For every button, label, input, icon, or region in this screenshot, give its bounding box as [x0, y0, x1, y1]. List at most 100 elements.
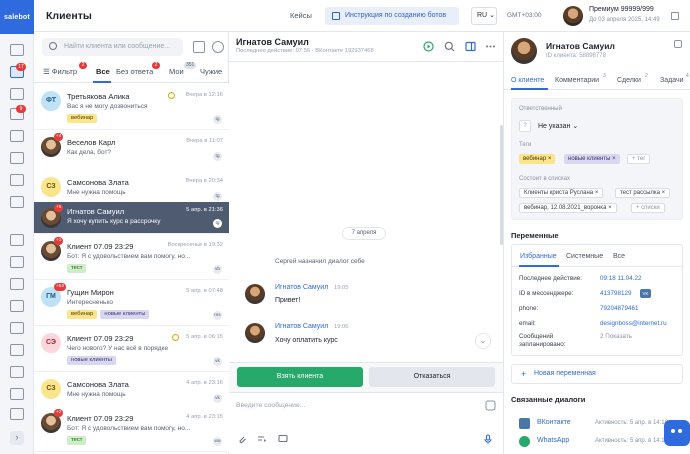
active-tab-indicator	[511, 88, 548, 90]
users-icon[interactable]	[10, 322, 24, 334]
tab-others[interactable]: Чужие	[200, 67, 222, 76]
var-value[interactable]: 2 Показать	[600, 333, 632, 340]
filter-tab[interactable]: ☰ Фильтр	[43, 67, 77, 76]
tab-mine[interactable]: Мои	[169, 67, 184, 76]
message-author[interactable]: Игнатов Самуил	[275, 284, 328, 291]
external-link-icon[interactable]	[671, 12, 679, 20]
lists-icon[interactable]	[10, 130, 24, 142]
tab-system[interactable]: Системные	[566, 253, 603, 260]
documents-icon[interactable]	[10, 300, 24, 312]
tab-all[interactable]: Все	[96, 67, 110, 76]
linked-dialog-vk[interactable]: ВКонтакте	[537, 419, 571, 426]
list-chip[interactable]: тест рассылка ×	[615, 188, 671, 198]
scroll-down-button[interactable]: ⌄	[475, 333, 491, 349]
play-icon[interactable]	[423, 41, 434, 52]
panel-toggle-icon[interactable]	[465, 41, 476, 52]
user-avatar[interactable]	[563, 6, 583, 26]
calendar-icon[interactable]	[10, 344, 24, 356]
tab-favorites[interactable]: Избранные	[520, 253, 557, 260]
linked-dialogs-title: Связанные диалоги	[511, 395, 586, 404]
instruction-button[interactable]: Инструкция по созданию ботов	[325, 7, 459, 25]
client-last-message: Бот: Я с удовольствием вам помогу, но...	[67, 425, 191, 432]
take-client-button[interactable]: Взять клиента	[237, 367, 363, 387]
message-author[interactable]: Игнатов Самуил	[275, 323, 328, 330]
message-input[interactable]: Введите сообщение...	[236, 402, 305, 409]
add-list-button[interactable]: + списки	[631, 203, 665, 213]
cases-link[interactable]: Кейсы	[290, 11, 312, 20]
plan-title[interactable]: Премиум 99999/999	[589, 6, 654, 13]
attach-icon[interactable]	[237, 434, 247, 444]
more-icon[interactable]	[212, 41, 224, 53]
var-key: Последнее действие:	[519, 275, 582, 282]
emoji-icon[interactable]	[485, 400, 496, 411]
page-title: Клиенты	[46, 10, 92, 22]
language-select[interactable]: RU ⌄	[471, 7, 497, 25]
responsible-select[interactable]: Не указан ⌄	[538, 122, 578, 130]
salebot-logo[interactable]: salebot	[0, 0, 34, 34]
more-icon[interactable]	[485, 41, 496, 52]
cloud-icon[interactable]	[10, 366, 24, 378]
var-value[interactable]: designboss@internet.ru	[600, 320, 667, 327]
link-icon[interactable]	[674, 40, 682, 48]
tab-tasks[interactable]: Задачи	[660, 77, 684, 84]
client-item-selected[interactable]: +5 Игнатов Самуил Я хочу купить курс в р…	[34, 202, 229, 234]
expand-rail-button[interactable]: ›	[10, 431, 24, 445]
funnels-icon[interactable]	[10, 88, 24, 100]
tag-chip[interactable]: новые клиенты ×	[564, 154, 620, 164]
client-search-input[interactable]: Найти клиента или сообщение...	[42, 38, 183, 56]
code-icon[interactable]	[10, 388, 24, 400]
vk-icon: vk	[213, 394, 222, 403]
client-tags: тест	[67, 436, 87, 445]
profile-avatar	[511, 38, 537, 64]
plus-icon: +	[521, 369, 527, 379]
client-item[interactable]: ГМ +52 Гущин Мирон Интересненько 5 апр. …	[34, 280, 229, 326]
tag-chip[interactable]: вебинар ×	[519, 154, 556, 164]
client-item[interactable]: +1 Клиент 07.09 23:29 Бот: Я с удовольст…	[34, 234, 229, 280]
refuse-button[interactable]: Отказаться	[369, 367, 495, 387]
message-avatar	[245, 284, 265, 304]
unread-badge: +1	[54, 237, 64, 245]
var-value[interactable]: 413798129	[600, 290, 632, 297]
client-time: 5 апр. в 21:36	[186, 207, 223, 213]
var-value[interactable]: 79204879461	[600, 305, 639, 312]
list-chip[interactable]: Клиенты криста Руслана ×	[519, 188, 604, 198]
tab-about-client[interactable]: О клиенте	[511, 77, 544, 84]
search-icon[interactable]	[444, 41, 455, 52]
list-chip[interactable]: вебинар, 12.08.2021_воронка ×	[519, 203, 617, 213]
client-name: Гущин Мирон	[67, 288, 114, 297]
tab-comments[interactable]: Комментарии	[555, 77, 599, 84]
mailing-icon[interactable]	[10, 152, 24, 164]
client-item[interactable]: СЭ Клиент 07.09 23:29 Чего нового? У нас…	[34, 326, 229, 372]
add-tag-button[interactable]: + тег	[627, 154, 651, 164]
linked-dialog-whatsapp[interactable]: WhatsApp	[537, 437, 569, 444]
template-icon[interactable]	[278, 434, 288, 444]
client-time: 4 апр. в 23:15	[186, 414, 223, 420]
client-name: Игнатов Самуил	[67, 207, 125, 216]
bots-icon[interactable]	[10, 44, 24, 56]
client-name: Самсонова Злата	[67, 380, 129, 389]
microphone-icon[interactable]	[483, 434, 493, 444]
tab-no-answer[interactable]: Без ответа	[116, 67, 153, 76]
message-avatar	[245, 323, 265, 343]
client-item[interactable]: ФТ Третьякова Алика Вас я не могу дозвон…	[34, 84, 229, 130]
quick-reply-icon[interactable]	[257, 434, 267, 444]
shop-icon[interactable]	[10, 196, 24, 208]
telegram-icon: tg	[213, 115, 222, 124]
new-message-icon[interactable]	[193, 41, 205, 53]
chat-icon[interactable]	[10, 234, 24, 246]
whatsapp-icon: wa	[213, 437, 222, 446]
chat-client-name[interactable]: Игнатов Самуил	[236, 37, 309, 47]
active-tab-indicator	[519, 265, 559, 267]
tab-deals[interactable]: Сделки	[617, 77, 641, 84]
new-variable-button[interactable]: + Новая переменная	[511, 364, 683, 384]
client-item[interactable]: +2 Клиент 07.09 23:29 Бот: Я с удовольст…	[34, 406, 229, 452]
tab-all-vars[interactable]: Все	[613, 253, 625, 260]
stats-icon[interactable]	[10, 174, 24, 186]
profile-client-id: ID клиента: 58898778	[546, 53, 606, 59]
client-profile-panel	[503, 32, 690, 454]
support-bot-button[interactable]	[664, 420, 690, 446]
var-value[interactable]: 09:18 11.04.22	[600, 275, 642, 282]
settings-icon[interactable]	[10, 408, 24, 420]
payments-icon[interactable]	[10, 278, 24, 290]
integrations-icon[interactable]	[10, 256, 24, 268]
